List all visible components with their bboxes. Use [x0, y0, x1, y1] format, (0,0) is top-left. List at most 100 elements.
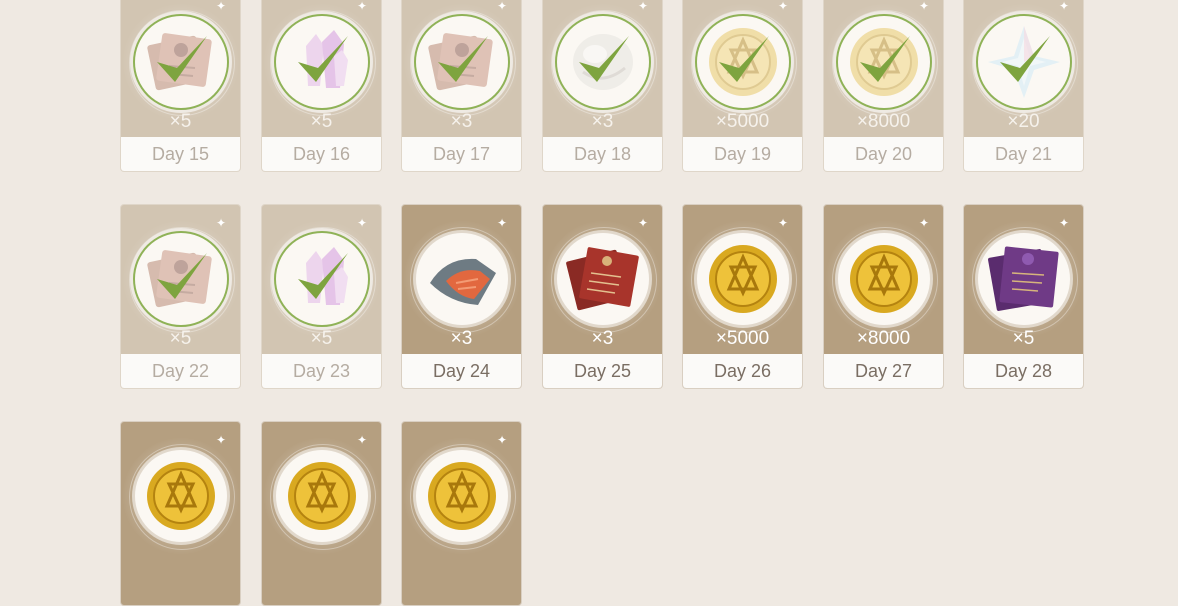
claimed-check-icon: [718, 36, 769, 82]
reward-quantity: ×5: [310, 328, 333, 349]
purple-book-icon: [987, 246, 1059, 311]
sparkle-icon: ✦: [496, 433, 507, 447]
claimed-check-icon: [156, 253, 207, 299]
reward-quantity: ×5: [310, 111, 333, 132]
reward-art: ✦ ×20: [964, 0, 1083, 139]
sparkle-icon: ✦: [918, 0, 929, 13]
item-disc: [415, 233, 508, 325]
reward-quantity: ×8000: [856, 328, 911, 349]
sparkle-icon: ✦: [637, 216, 648, 230]
day-label: Day 17: [402, 137, 521, 171]
reward-art: ✦ ×5: [121, 0, 240, 139]
reward-card-day-24[interactable]: ✦ ×3 Day 24: [401, 204, 522, 389]
item-disc: [275, 16, 368, 108]
claimed-check-icon: [999, 36, 1050, 82]
sparkle-icon: ✦: [637, 0, 648, 13]
day-label: Day 28: [964, 354, 1083, 388]
reward-quantity: ×5: [169, 111, 192, 132]
mora-coin-icon: [146, 462, 215, 530]
reward-art: ✦ ×3: [543, 205, 662, 356]
reward-art: ✦: [121, 422, 240, 573]
reward-art: ✦ ×5000: [683, 0, 802, 139]
day-label: Day 19: [683, 137, 802, 171]
reward-art: ✦ ×3: [402, 205, 521, 356]
item-disc: [837, 16, 930, 108]
reward-art: ✦ ×8000: [824, 205, 943, 356]
reward-quantity: ×3: [450, 328, 473, 349]
sparkle-icon: ✦: [356, 0, 367, 13]
reward-card-day-26[interactable]: ✦ ×5000 Day 26: [682, 204, 803, 389]
claimed-check-icon: [578, 36, 629, 82]
reward-card-day-23[interactable]: ✦ ×5 Day 23: [261, 204, 382, 389]
item-disc: [556, 16, 649, 108]
day-label: Day 15: [121, 137, 240, 171]
reward-art: ✦: [262, 422, 381, 573]
sparkle-icon: ✦: [215, 433, 226, 447]
item-disc: [977, 233, 1070, 325]
item-disc: [275, 450, 368, 542]
reward-quantity: ×20: [1007, 111, 1040, 132]
item-disc: [696, 233, 789, 325]
item-disc: [415, 450, 508, 542]
reward-quantity: ×8000: [856, 111, 911, 132]
reward-card-day-27[interactable]: ✦ ×8000 Day 27: [823, 204, 944, 389]
reward-art: ✦ ×5000: [683, 205, 802, 356]
reward-card-day-17[interactable]: ✦ ×3 Day 17: [401, 0, 522, 172]
reward-art: ✦ ×5: [121, 205, 240, 356]
reward-quantity: ×3: [450, 111, 473, 132]
reward-art: ✦ ×5: [262, 205, 381, 356]
day-label: Day 26: [683, 354, 802, 388]
item-disc: [556, 233, 649, 325]
day-label: Day 22: [121, 354, 240, 388]
reward-quantity: ×3: [591, 328, 614, 349]
reward-card-day-18[interactable]: ✦ ×3 Day 18: [542, 0, 663, 172]
reward-grid: ✦ ×5 Day 15 ✦ ×5 Day 16 ✦ ×3 Day 17 ✦ ×3…: [120, 0, 1086, 606]
mora-coin-icon: [427, 462, 496, 530]
reward-card-day-30[interactable]: ✦: [261, 421, 382, 606]
salmon-fish-icon: [429, 258, 496, 305]
sparkle-icon: ✦: [1058, 0, 1069, 13]
claimed-check-icon: [297, 36, 348, 82]
item-disc: [134, 16, 227, 108]
reward-card-day-25[interactable]: ✦ ×3 Day 25: [542, 204, 663, 389]
sparkle-icon: ✦: [215, 0, 226, 13]
sparkle-icon: ✦: [918, 216, 929, 230]
claimed-check-icon: [156, 36, 207, 82]
reward-card-day-21[interactable]: ✦ ×20 Day 21: [963, 0, 1084, 172]
sparkle-icon: ✦: [777, 0, 788, 13]
reward-card-day-19[interactable]: ✦ ×5000 Day 19: [682, 0, 803, 172]
day-label: Day 21: [964, 137, 1083, 171]
reward-quantity: ×5000: [715, 111, 770, 132]
claimed-check-icon: [437, 36, 488, 82]
item-disc: [977, 16, 1070, 108]
reward-art: ✦ ×5: [964, 205, 1083, 356]
item-disc: [275, 233, 368, 325]
reward-card-day-16[interactable]: ✦ ×5 Day 16: [261, 0, 382, 172]
reward-card-day-15[interactable]: ✦ ×5 Day 15: [120, 0, 241, 172]
reward-card-day-20[interactable]: ✦ ×8000 Day 20: [823, 0, 944, 172]
reward-card-day-22[interactable]: ✦ ×5 Day 22: [120, 204, 241, 389]
sparkle-icon: ✦: [356, 216, 367, 230]
sparkle-icon: ✦: [777, 216, 788, 230]
item-disc: [415, 16, 508, 108]
reward-art: ✦ ×3: [543, 0, 662, 139]
item-disc: [134, 450, 227, 542]
day-label: Day 18: [543, 137, 662, 171]
day-label: Day 16: [262, 137, 381, 171]
reward-quantity: ×5: [169, 328, 192, 349]
sparkle-icon: ✦: [496, 0, 507, 13]
item-disc: [696, 16, 789, 108]
claimed-check-icon: [859, 36, 910, 82]
reward-card-day-29[interactable]: ✦: [120, 421, 241, 606]
reward-quantity: ×5: [1012, 328, 1035, 349]
item-disc: [134, 233, 227, 325]
day-label: Day 25: [543, 354, 662, 388]
reward-art: ✦: [402, 422, 521, 573]
day-label: Day 23: [262, 354, 381, 388]
item-disc: [837, 233, 930, 325]
mora-coin-icon: [287, 462, 356, 530]
reward-card-day-31[interactable]: ✦: [401, 421, 522, 606]
reward-card-day-28[interactable]: ✦ ×5 Day 28: [963, 204, 1084, 389]
reward-art: ✦ ×8000: [824, 0, 943, 139]
mora-coin-icon: [708, 245, 777, 313]
